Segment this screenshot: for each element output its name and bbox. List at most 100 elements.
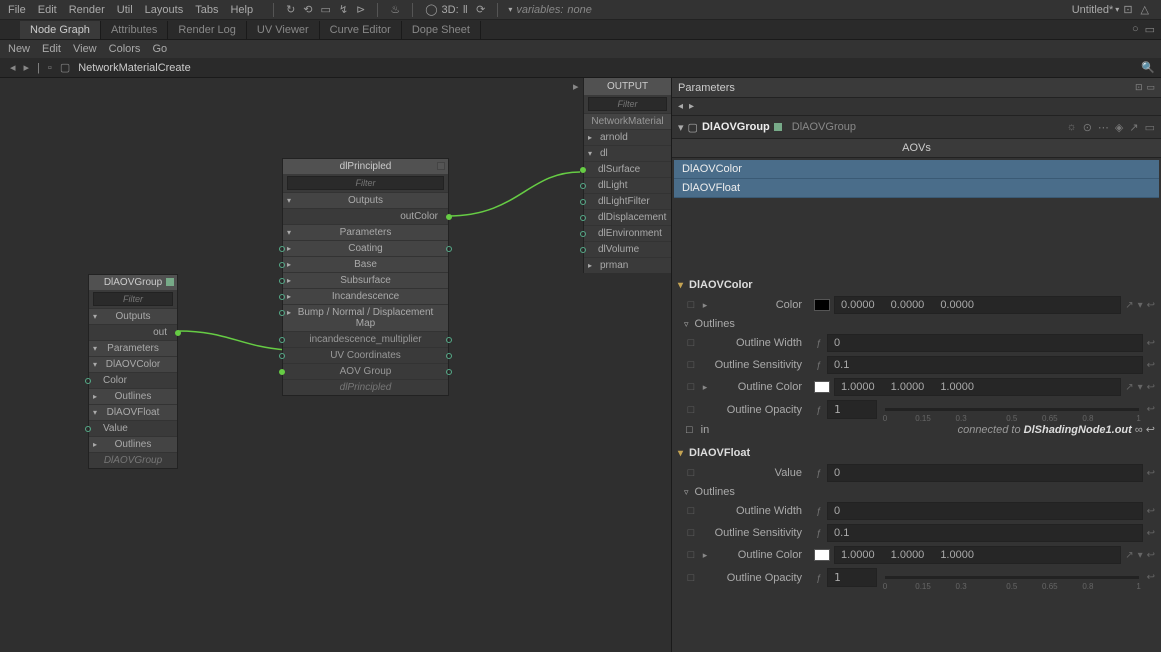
node-filter-input[interactable]: Filter <box>93 292 173 306</box>
menu-util[interactable]: Util <box>117 4 133 16</box>
output-dllightfilter[interactable]: dlLightFilter <box>584 193 671 209</box>
output-dllight[interactable]: dlLight <box>584 177 671 193</box>
output-dldisplacement[interactable]: dlDisplacement <box>584 209 671 225</box>
play-icon[interactable]: ⊳ <box>356 3 365 16</box>
link-icon[interactable]: ↗ <box>1125 550 1133 561</box>
nav-back-icon[interactable]: ◂ <box>678 101 683 112</box>
node-graph-canvas[interactable]: DlAOVGroup Filter ▾Outputs out ▾Paramete… <box>0 78 671 652</box>
output-dlenvironment[interactable]: dlEnvironment <box>584 225 671 241</box>
group-header[interactable]: ▾DlAOVFloat <box>672 444 1161 462</box>
node-out-port[interactable]: out <box>89 324 177 340</box>
menu-help[interactable]: Help <box>230 4 253 16</box>
outline-sens-input[interactable]: 0.1 <box>827 356 1143 374</box>
close-icon[interactable]: ▭ <box>1146 82 1155 93</box>
menu-tabs[interactable]: Tabs <box>195 4 218 16</box>
pause-icon[interactable]: Ⅱ <box>463 3 468 16</box>
menu-render[interactable]: Render <box>69 4 105 16</box>
color-swatch[interactable] <box>814 549 830 561</box>
nav-fwd-icon[interactable]: ▸ <box>689 101 694 112</box>
tab-render-log[interactable]: Render Log <box>168 21 247 39</box>
submenu-colors[interactable]: Colors <box>109 43 141 55</box>
node-row-aovcolor[interactable]: ▾DlAOVColor <box>89 356 177 372</box>
reset-icon[interactable]: ↩ <box>1147 338 1155 349</box>
output-dlsurface[interactable]: dlSurface <box>584 161 671 177</box>
node-row-incmult[interactable]: incandescence_multiplier <box>283 331 448 347</box>
window-menu-icon[interactable]: △ <box>1141 3 1149 16</box>
group-header[interactable]: ▾DlAOVColor <box>672 276 1161 294</box>
color-values[interactable]: 0.0000 0.0000 0.0000 <box>834 296 1121 314</box>
circle-icon[interactable]: ◯ <box>425 3 437 16</box>
tab-close-icon[interactable]: ○ <box>1132 23 1139 36</box>
node-filter-input[interactable]: Filter <box>287 176 444 190</box>
search-icon[interactable]: 🔍 <box>1141 61 1155 74</box>
node-row-outlines1[interactable]: ▸Outlines <box>89 388 177 404</box>
reset-icon[interactable]: ↩ <box>1147 506 1155 517</box>
output-networkmaterial[interactable]: NetworkMaterial <box>584 113 671 129</box>
node-row-base[interactable]: ▸Base <box>283 256 448 272</box>
pin-icon[interactable]: ⊡ <box>1135 82 1143 93</box>
node-row-uvcoords[interactable]: UV Coordinates <box>283 347 448 363</box>
reset-icon[interactable]: ↩ <box>1147 550 1155 561</box>
output-group-prman[interactable]: ▸prman <box>584 257 671 273</box>
node-row-incandescence[interactable]: ▸Incandescence <box>283 288 448 304</box>
reset-icon[interactable]: ↩ <box>1147 382 1155 393</box>
more-icon[interactable]: ⋯ <box>1098 121 1109 134</box>
output-group-arnold[interactable]: ▸arnold <box>584 129 671 145</box>
outline-width-input[interactable]: 0 <box>827 502 1143 520</box>
tab-curve-editor[interactable]: Curve Editor <box>320 21 402 39</box>
tab-dope-sheet[interactable]: Dope Sheet <box>402 21 481 39</box>
color-swatch[interactable] <box>814 299 830 311</box>
node-dlprincipled[interactable]: dlPrincipled Filter ▾Outputs outColor ▾P… <box>282 158 449 396</box>
opacity-slider[interactable]: 0 0.15 0.3 0.5 0.65 0.8 1 <box>885 408 1139 411</box>
reset-icon[interactable]: ↩ <box>1147 528 1155 539</box>
home-icon[interactable]: ▫ <box>48 62 52 74</box>
node-params-header[interactable]: ▾Parameters <box>283 224 448 240</box>
node-outputs-header[interactable]: ▾Outputs <box>89 308 177 324</box>
node-row-outlines2[interactable]: ▸Outlines <box>89 436 177 452</box>
outlines-header[interactable]: ▿Outlines <box>672 484 1161 500</box>
menu-edit[interactable]: Edit <box>38 4 57 16</box>
tab-attributes[interactable]: Attributes <box>101 21 168 39</box>
menu-file[interactable]: File <box>8 4 26 16</box>
node-row-color[interactable]: Color <box>89 372 177 388</box>
refresh-icon[interactable]: ↻ <box>286 3 295 16</box>
node-params-header[interactable]: ▾Parameters <box>89 340 177 356</box>
node-row-aovgroup[interactable]: AOV Group <box>283 363 448 379</box>
node-outputs-header[interactable]: ▾Outputs <box>283 192 448 208</box>
node-row-subsurface[interactable]: ▸Subsurface <box>283 272 448 288</box>
node-row-bump[interactable]: ▸Bump / Normal / Displacement Map <box>283 304 448 331</box>
setting-icon[interactable]: ⊙ <box>1083 121 1092 134</box>
flame-icon[interactable]: ♨ <box>390 3 400 16</box>
reset-icon[interactable]: ↩ <box>1147 360 1155 371</box>
output-dlvolume[interactable]: dlVolume <box>584 241 671 257</box>
aov-item-color[interactable]: DlAOVColor <box>674 160 1159 179</box>
value-input[interactable]: 0 <box>827 464 1143 482</box>
submenu-edit[interactable]: Edit <box>42 43 61 55</box>
outlines-header[interactable]: ▿Outlines <box>672 316 1161 332</box>
down-icon[interactable]: ▾ <box>1138 382 1143 393</box>
down-icon[interactable]: ▾ <box>1138 300 1143 311</box>
submenu-view[interactable]: View <box>73 43 97 55</box>
link-icon[interactable]: ◈ <box>1115 121 1123 134</box>
outline-color-input[interactable]: 1.0000 1.0000 1.0000 <box>834 546 1121 564</box>
sync-icon[interactable]: ⟲ <box>303 3 312 16</box>
link-icon[interactable]: ∞ <box>1135 424 1143 436</box>
wand-icon[interactable]: ↯ <box>339 3 348 16</box>
loop-icon[interactable]: ⟳ <box>476 3 485 16</box>
tab-menu-icon[interactable]: ▭ <box>1145 23 1155 36</box>
node-outcolor-port[interactable]: outColor <box>283 208 448 224</box>
window-max-icon[interactable]: ⊡ <box>1123 3 1132 16</box>
nav-fwd-icon[interactable]: ▸ <box>24 61 30 74</box>
link-icon[interactable]: ↗ <box>1125 382 1133 393</box>
node-row-coating[interactable]: ▸Coating <box>283 240 448 256</box>
reset-icon[interactable]: ↩ <box>1147 468 1155 479</box>
rect-icon[interactable]: ▭ <box>321 3 331 16</box>
outline-sens-input[interactable]: 0.1 <box>827 524 1143 542</box>
node-dlaovgroup[interactable]: DlAOVGroup Filter ▾Outputs out ▾Paramete… <box>88 274 178 469</box>
submenu-new[interactable]: New <box>8 43 30 55</box>
folder-icon[interactable]: ▢ <box>60 61 70 74</box>
opacity-slider[interactable]: 0 0.15 0.3 0.5 0.65 0.8 1 <box>885 576 1139 579</box>
outline-color-input[interactable]: 1.0000 1.0000 1.0000 <box>834 378 1121 396</box>
close-panel-icon[interactable]: ▭ <box>1145 121 1155 134</box>
node-row-value[interactable]: Value <box>89 420 177 436</box>
